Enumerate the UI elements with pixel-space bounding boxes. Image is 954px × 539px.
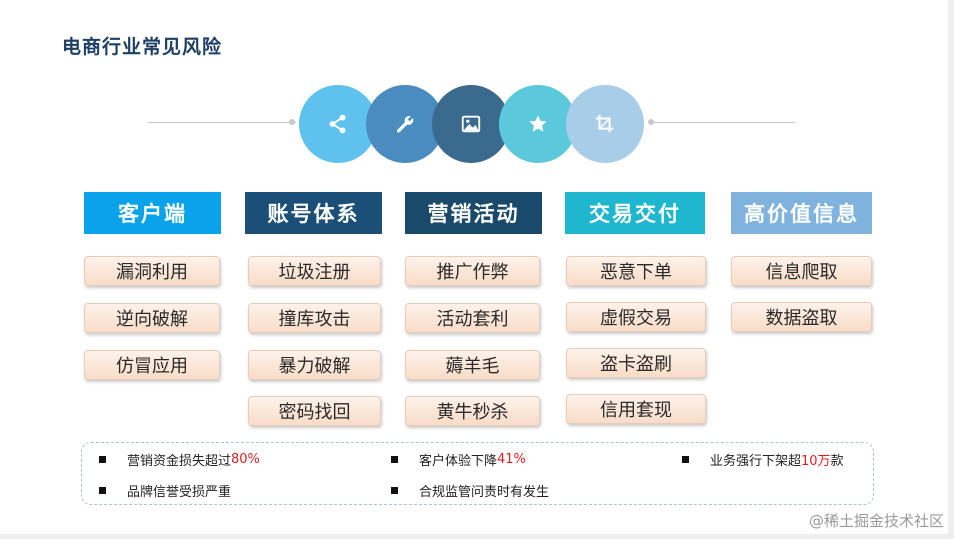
impact-item: 品牌信誉受损严重 <box>99 481 231 500</box>
bullet-square-icon <box>391 487 398 494</box>
category-marketing: 营销活动 <box>405 192 542 234</box>
connector-dot-right <box>648 119 654 125</box>
connector-dot-left <box>289 119 295 125</box>
risk-item: 恶意下单 <box>566 256 706 286</box>
bullet-square-icon <box>391 456 398 463</box>
risk-item: 暴力破解 <box>248 350 381 380</box>
impact-highlight: 80% <box>231 452 260 467</box>
risk-item: 信息爬取 <box>731 256 872 286</box>
crop-icon <box>595 114 614 133</box>
edge-bottom <box>0 534 954 539</box>
risk-item: 盗卡盗刷 <box>566 348 706 378</box>
page-title: 电商行业常见风险 <box>62 36 223 58</box>
impact-highlight: 10万 <box>801 454 831 469</box>
slide: 电商行业常见风险 客户端 账号体系 营销活动 交易交付 高价值信息 漏洞利用 逆… <box>0 0 954 539</box>
risk-item: 漏洞利用 <box>84 256 220 286</box>
share-icon <box>329 114 346 134</box>
connector-line-right <box>650 122 795 123</box>
impact-suffix: 款 <box>830 454 844 469</box>
impact-text: 客户体验下降 <box>419 454 498 469</box>
category-high-value-info: 高价值信息 <box>731 192 872 234</box>
category-transaction: 交易交付 <box>565 192 705 234</box>
connector-line-left <box>148 122 296 123</box>
impact-highlight: 41% <box>497 452 526 467</box>
star-icon <box>529 115 547 132</box>
image-icon <box>461 115 481 133</box>
risk-item: 薅羊毛 <box>405 350 540 380</box>
impact-text: 业务强行下架超 <box>710 454 802 469</box>
bullet-square-icon <box>99 487 106 494</box>
risk-item: 黄牛秒杀 <box>405 396 540 426</box>
impact-item: 营销资金损失超过 80% <box>99 450 260 469</box>
risk-item: 推广作弊 <box>405 256 540 286</box>
impact-text: 营销资金损失超过 <box>127 454 232 469</box>
risk-item: 撞库攻击 <box>248 303 381 333</box>
impact-text: 合规监管问责时有发生 <box>419 485 550 500</box>
risk-item: 信用套现 <box>566 394 706 424</box>
impact-item: 合规监管问责时有发生 <box>391 481 549 500</box>
wrench-icon <box>396 115 414 133</box>
bullet-square-icon <box>99 456 106 463</box>
risk-item: 逆向破解 <box>84 303 220 333</box>
category-client: 客户端 <box>84 192 221 234</box>
impact-item: 客户体验下降 41% <box>391 450 526 469</box>
impact-text: 品牌信誉受损严重 <box>127 485 232 500</box>
category-account: 账号体系 <box>245 192 382 234</box>
impact-item: 业务强行下架超 10万款 <box>682 450 844 469</box>
risk-item: 垃圾注册 <box>248 256 381 286</box>
risk-item: 虚假交易 <box>566 302 706 332</box>
risk-item: 密码找回 <box>248 396 381 426</box>
edge-right <box>948 0 954 539</box>
risk-item: 活动套利 <box>405 303 540 333</box>
circle-crop <box>566 85 644 163</box>
risk-item: 仿冒应用 <box>84 350 220 380</box>
watermark: @稀土掘金技术社区 <box>808 512 944 530</box>
risk-item: 数据盗取 <box>731 302 872 332</box>
bullet-square-icon <box>682 456 689 463</box>
